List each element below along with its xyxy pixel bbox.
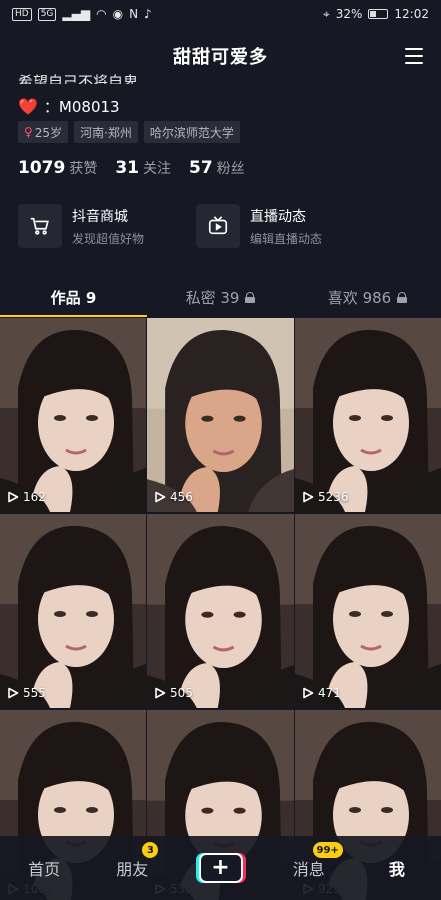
video-thumbnail[interactable]: 471 bbox=[295, 514, 441, 708]
tab-likes[interactable]: 喜欢 986 bbox=[294, 277, 441, 317]
tag-school: 哈尔滨师范大学 bbox=[143, 121, 240, 143]
page-title: 甜甜可爱多 bbox=[173, 47, 268, 68]
eye-icon: ◉ bbox=[112, 7, 124, 21]
lock-icon bbox=[397, 291, 408, 303]
profile-tabs: 作品 9 私密 39 喜欢 986 bbox=[0, 277, 441, 317]
quick-links: 抖音商城 发现超值好物 直播动态 编辑直播动态 bbox=[18, 204, 322, 248]
live-title: 直播动态 bbox=[250, 208, 307, 225]
play-count-text: 5236 bbox=[318, 490, 349, 504]
friends-badge: 3 bbox=[142, 842, 159, 858]
video-thumbnail[interactable]: 456 bbox=[147, 318, 294, 512]
shop-link[interactable]: 抖音商城 发现超值好物 bbox=[18, 204, 144, 248]
clock: 12:02 bbox=[394, 7, 429, 21]
nav-create[interactable]: + bbox=[176, 853, 264, 883]
female-icon: ♀ bbox=[24, 125, 33, 139]
stat-followers[interactable]: 57 粉丝 bbox=[189, 158, 245, 178]
live-link[interactable]: 直播动态 编辑直播动态 bbox=[196, 204, 322, 248]
video-thumbnail[interactable]: 555 bbox=[0, 514, 146, 708]
play-count: 471 bbox=[302, 686, 341, 700]
stat-following[interactable]: 31 关注 bbox=[115, 158, 171, 178]
nav-me[interactable]: 我 bbox=[353, 856, 441, 880]
battery-percent: 32% bbox=[335, 7, 363, 21]
play-count: 555 bbox=[7, 686, 46, 700]
wifi-icon: ◠ bbox=[96, 7, 107, 21]
location-icon: ⌖ bbox=[322, 6, 330, 21]
plus-icon: + bbox=[211, 855, 230, 880]
network-indicator: 5G bbox=[37, 7, 57, 21]
tv-icon bbox=[196, 204, 241, 248]
live-subtitle: 编辑直播动态 bbox=[250, 231, 323, 246]
nfc-icon: N bbox=[129, 7, 139, 21]
play-count-text: 162 bbox=[23, 490, 46, 504]
play-count-text: 555 bbox=[23, 686, 46, 700]
notification-icon: ♪ bbox=[144, 7, 152, 21]
hd-indicator: HD bbox=[12, 7, 32, 21]
heart-icon: ❤️ bbox=[18, 97, 38, 116]
play-icon bbox=[155, 687, 166, 699]
play-icon bbox=[303, 491, 314, 503]
profile-tags: ♀ 25岁 河南·郑州 哈尔滨师范大学 bbox=[18, 121, 240, 143]
play-count: 505 bbox=[154, 686, 193, 700]
play-count-text: 456 bbox=[170, 490, 193, 504]
play-count: 5236 bbox=[302, 490, 349, 504]
nav-friends[interactable]: 朋友 3 bbox=[88, 842, 176, 880]
video-thumbnail[interactable]: 505 bbox=[147, 514, 294, 708]
douyin-id: ❤️ ：M08013 bbox=[18, 96, 120, 117]
play-icon bbox=[155, 491, 166, 503]
nav-messages[interactable]: 消息 99+ bbox=[265, 842, 353, 880]
play-count-text: 471 bbox=[318, 686, 341, 700]
douyin-id-text: ：M08013 bbox=[43, 98, 120, 116]
battery-icon bbox=[368, 9, 389, 19]
messages-badge: 99+ bbox=[312, 842, 343, 858]
video-thumbnail[interactable]: 162 bbox=[0, 318, 146, 512]
tab-private[interactable]: 私密 39 bbox=[147, 277, 294, 317]
play-count: 162 bbox=[7, 490, 46, 504]
play-icon bbox=[8, 687, 19, 699]
play-count: 456 bbox=[154, 490, 193, 504]
active-tab-indicator bbox=[0, 315, 147, 317]
cart-icon bbox=[18, 204, 62, 248]
hamburger-menu-icon[interactable] bbox=[405, 48, 423, 64]
shop-title: 抖音商城 bbox=[72, 208, 128, 225]
status-bar: HD 5G ▂▄▆ ◠ ◉ N ♪ ⌖ 32% 12:02 bbox=[0, 0, 441, 28]
play-count-text: 505 bbox=[170, 686, 193, 700]
lock-icon bbox=[245, 291, 256, 303]
nav-home[interactable]: 首页 bbox=[0, 856, 88, 880]
tag-location: 河南·郑州 bbox=[74, 121, 138, 143]
play-icon bbox=[303, 687, 314, 699]
video-thumbnail[interactable]: 5236 bbox=[295, 318, 441, 512]
signal-icon: ▂▄▆ bbox=[62, 7, 91, 21]
profile-bio: 希望自己不将自卑 bbox=[18, 73, 139, 84]
bottom-nav: 首页 朋友 3 + 消息 99+ 我 bbox=[0, 836, 441, 900]
video-grid: 162 456 5236 555 505 471 bbox=[0, 318, 441, 900]
shop-subtitle: 发现超值好物 bbox=[72, 231, 145, 246]
tag-age: ♀ 25岁 bbox=[18, 121, 69, 143]
stat-likes[interactable]: 1079 获赞 bbox=[18, 158, 97, 178]
tab-works[interactable]: 作品 9 bbox=[0, 277, 147, 317]
create-button[interactable]: + bbox=[195, 853, 246, 883]
profile-stats: 1079 获赞 31 关注 57 粉丝 bbox=[18, 158, 245, 178]
play-icon bbox=[8, 491, 19, 503]
